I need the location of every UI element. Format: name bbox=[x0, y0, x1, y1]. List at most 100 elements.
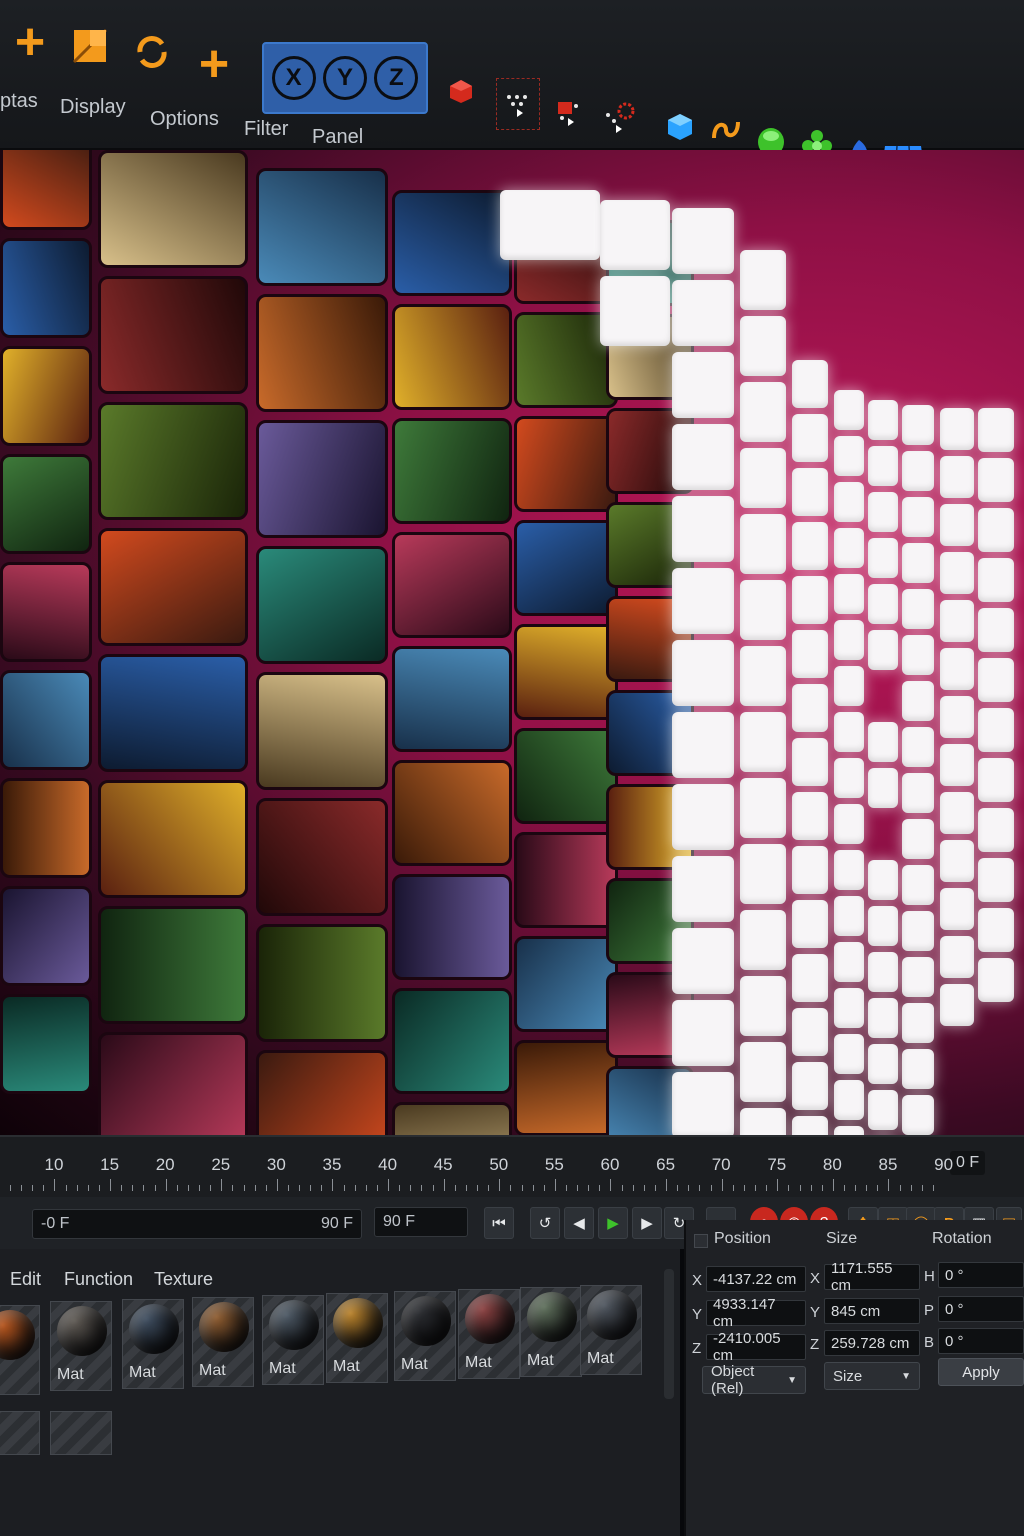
tab-function[interactable]: Function bbox=[64, 1269, 133, 1290]
rot-p-field[interactable]: 0 ° bbox=[938, 1296, 1024, 1322]
material-swatch[interactable]: Mat bbox=[580, 1285, 642, 1375]
menu-panel[interactable]: Panel bbox=[312, 126, 363, 149]
material-swatch[interactable]: Mat bbox=[122, 1299, 184, 1389]
material-swatch[interactable]: Mat bbox=[192, 1297, 254, 1387]
light-tile bbox=[902, 1003, 934, 1043]
photo-card bbox=[514, 1040, 618, 1135]
timeline-tick bbox=[921, 1185, 923, 1191]
timeline-tick bbox=[543, 1185, 545, 1191]
menu-filter[interactable]: Filter bbox=[244, 118, 288, 141]
pos-y-field[interactable]: 4933.147 cm bbox=[706, 1296, 806, 1330]
size-z-field[interactable]: 259.728 cm bbox=[824, 1330, 920, 1356]
material-swatch[interactable] bbox=[0, 1411, 40, 1455]
loop-back-icon[interactable]: ↺ bbox=[530, 1207, 560, 1239]
light-tile bbox=[940, 696, 974, 738]
light-tile bbox=[978, 558, 1014, 602]
rot-h-field[interactable]: 0 ° bbox=[938, 1262, 1024, 1288]
chevron-down-icon: ▼ bbox=[901, 1370, 911, 1382]
material-label: Mat bbox=[527, 1352, 554, 1369]
add-object-icon[interactable]: + bbox=[8, 16, 52, 68]
rot-b-field[interactable]: 0 ° bbox=[938, 1328, 1024, 1354]
material-swatch[interactable]: Mat bbox=[326, 1293, 388, 1383]
light-tile bbox=[834, 804, 864, 844]
menu-ptas[interactable]: ptas bbox=[0, 90, 38, 113]
cube-red-icon[interactable] bbox=[446, 76, 476, 106]
timeline-tick bbox=[932, 1185, 934, 1191]
current-frame-field[interactable]: -0 F 90 F bbox=[32, 1209, 362, 1239]
material-label: Mat bbox=[333, 1358, 360, 1375]
max-frame-field[interactable]: 90 F bbox=[374, 1207, 468, 1237]
rot-p-label: P bbox=[924, 1302, 935, 1319]
light-tile bbox=[868, 1090, 898, 1130]
3d-viewport[interactable] bbox=[0, 150, 1024, 1135]
material-swatch[interactable]: Mat bbox=[520, 1287, 582, 1377]
light-tile bbox=[834, 574, 864, 614]
timeline-tick-label: 25 bbox=[211, 1155, 231, 1174]
material-label: Mat bbox=[587, 1350, 614, 1367]
size-x-field[interactable]: 1171.555 cm bbox=[824, 1260, 920, 1294]
timeline-tick bbox=[488, 1185, 490, 1191]
menu-display[interactable]: Display bbox=[60, 96, 126, 119]
pos-y-label: Y bbox=[692, 1306, 703, 1323]
timeline-ruler[interactable]: 0 F 10 15 20 25 30 35 40 45 50 55 60 65 70 75 80 85 90 bbox=[0, 1135, 1024, 1197]
light-tile bbox=[792, 576, 828, 624]
timeline-tick bbox=[521, 1185, 523, 1191]
light-tile bbox=[978, 958, 1014, 1002]
light-tile bbox=[940, 984, 974, 1026]
play-icon[interactable]: ▶ bbox=[598, 1207, 628, 1239]
render-settings-icon[interactable] bbox=[598, 96, 640, 140]
light-tile bbox=[672, 784, 734, 850]
photo-card bbox=[256, 168, 388, 286]
render-view-icon[interactable] bbox=[550, 90, 590, 134]
light-tile bbox=[868, 400, 898, 440]
material-ball-preview bbox=[199, 1302, 249, 1352]
timeline-tick bbox=[276, 1179, 278, 1191]
go-to-start-icon[interactable]: ⏮ bbox=[484, 1207, 514, 1239]
spline-icon[interactable] bbox=[708, 112, 744, 148]
light-tile bbox=[868, 906, 898, 946]
light-tile bbox=[902, 865, 934, 905]
light-tile bbox=[868, 768, 898, 808]
step-forward-icon[interactable]: ▶ bbox=[632, 1207, 662, 1239]
rotation-header: Rotation bbox=[932, 1230, 992, 1247]
pos-z-field[interactable]: -2410.005 cm bbox=[706, 1330, 806, 1364]
apply-button[interactable]: Apply bbox=[938, 1358, 1024, 1386]
frame-tool-icon[interactable] bbox=[70, 26, 110, 66]
timeline-tick bbox=[365, 1185, 367, 1191]
step-back-icon[interactable]: ◀ bbox=[564, 1207, 594, 1239]
timeline-tick bbox=[110, 1179, 112, 1191]
timeline-tick bbox=[210, 1185, 212, 1191]
tab-edit[interactable]: Edit bbox=[10, 1269, 41, 1290]
cube-primitive-icon[interactable] bbox=[664, 110, 696, 144]
rot-b-label: B bbox=[924, 1334, 935, 1351]
axis-z-button[interactable]: Z bbox=[373, 50, 420, 106]
tab-texture[interactable]: Texture bbox=[154, 1269, 213, 1290]
material-swatch[interactable]: t bbox=[0, 1305, 40, 1395]
material-swatch[interactable]: Mat bbox=[394, 1291, 456, 1381]
axis-x-button[interactable]: X bbox=[270, 50, 317, 106]
render-region-icon[interactable] bbox=[496, 78, 540, 130]
light-tile bbox=[792, 684, 828, 732]
add-tool-icon[interactable]: + bbox=[192, 38, 236, 90]
material-swatch[interactable] bbox=[50, 1411, 112, 1455]
material-scrollbar[interactable] bbox=[664, 1269, 674, 1399]
photo-card bbox=[392, 1102, 512, 1135]
light-tile bbox=[834, 482, 864, 522]
material-label: Mat bbox=[129, 1364, 156, 1381]
timeline-tick bbox=[632, 1185, 634, 1191]
timeline-tick bbox=[187, 1185, 189, 1191]
size-y-field[interactable]: 845 cm bbox=[824, 1298, 920, 1324]
light-tile bbox=[940, 888, 974, 930]
panel-toggle-checkbox[interactable] bbox=[694, 1234, 708, 1248]
material-swatch[interactable]: Mat bbox=[262, 1295, 324, 1385]
material-swatch[interactable]: Mat bbox=[50, 1301, 112, 1391]
coord-mode-dropdown[interactable]: Object (Rel) ▼ bbox=[702, 1363, 806, 1397]
material-swatch[interactable]: Mat bbox=[458, 1289, 520, 1379]
pos-x-field[interactable]: -4137.22 cm bbox=[706, 1266, 806, 1292]
size-mode-dropdown[interactable]: Size ▼ bbox=[824, 1362, 920, 1390]
rotate-tool-icon[interactable] bbox=[130, 30, 174, 74]
axis-y-button[interactable]: Y bbox=[321, 50, 368, 106]
timeline-tick bbox=[410, 1185, 412, 1191]
menu-options[interactable]: Options bbox=[150, 108, 219, 131]
photo-card bbox=[0, 670, 92, 770]
